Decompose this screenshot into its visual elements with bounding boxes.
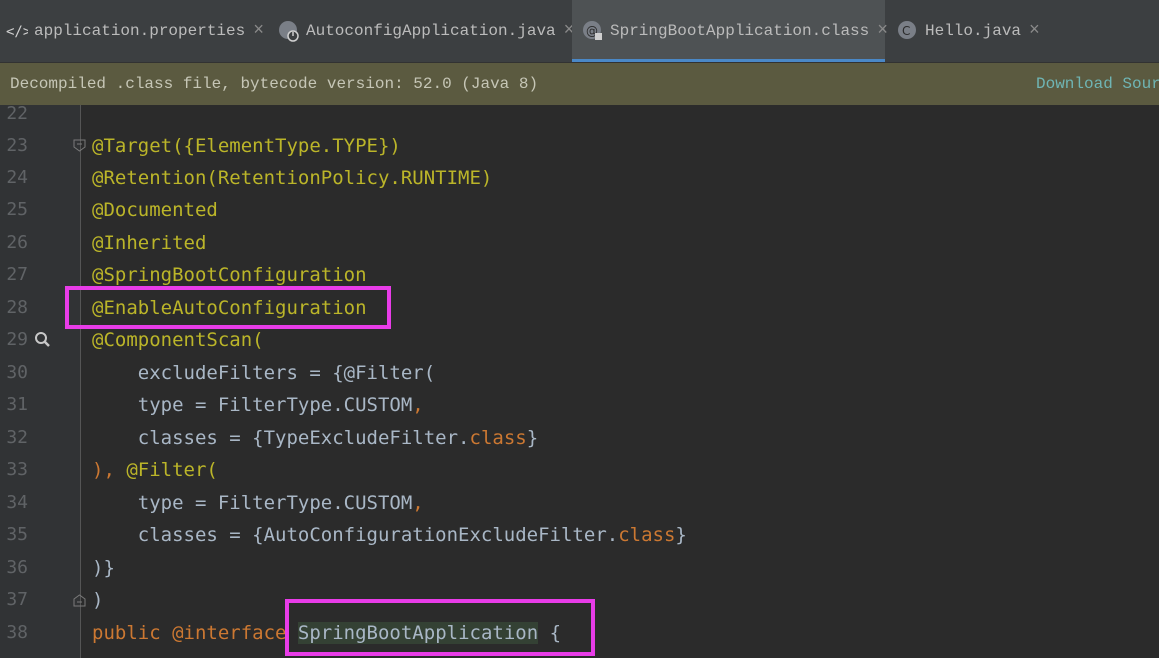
code-text: ), @Filter( (92, 454, 218, 486)
editor-tab-bar: </> application.properties × AutoconfigA… (0, 0, 1159, 63)
line-number: 28 (6, 297, 28, 318)
class-icon: C (897, 20, 919, 42)
code-text: @Retention(RetentionPolicy.RUNTIME) (92, 167, 493, 189)
tab-springboot-application-class[interactable]: @ SpringBootApplication.class × (572, 0, 888, 62)
line-number: 29 (6, 329, 28, 350)
code-text: ) (92, 589, 104, 611)
spring-boot-class-icon (278, 20, 300, 42)
code-token: } (675, 524, 687, 546)
code-line: 26 @Inherited (0, 227, 1159, 259)
line-number: 34 (6, 492, 28, 513)
tab-label: application.properties (34, 22, 246, 40)
code-text: classes = {TypeExcludeFilter.class} (92, 422, 538, 454)
properties-icon: </> (6, 20, 28, 42)
highlight-box-springboot-application (285, 599, 595, 656)
code-line: 36 )} (0, 552, 1159, 584)
line-number: 32 (6, 427, 28, 448)
line-number: 37 (6, 589, 28, 610)
annotation-class-icon: @ (582, 20, 604, 42)
code-line: 35 classes = {AutoConfigurationExcludeFi… (0, 519, 1159, 551)
line-number: 35 (6, 524, 28, 545)
fold-icon[interactable] (73, 594, 86, 607)
fold-icon[interactable] (73, 139, 86, 152)
tab-hello-java[interactable]: C Hello.java × (897, 0, 1057, 62)
line-number: 27 (6, 264, 28, 285)
svg-text:</>: </> (6, 24, 28, 40)
line-number: 36 (6, 557, 28, 578)
line-number: 22 (6, 103, 28, 124)
line-number: 30 (6, 362, 28, 383)
code-text: @Inherited (92, 232, 207, 254)
code-line: 30 excludeFilters = {@Filter( (0, 357, 1159, 389)
code-token: , (412, 394, 424, 416)
code-line: 34 type = FilterType.CUSTOM, (0, 487, 1159, 519)
tab-autoconfig-application[interactable]: AutoconfigApplication.java × (278, 0, 574, 62)
line-number: 31 (6, 394, 28, 415)
code-token: class (469, 427, 527, 449)
code-token: @interface (172, 622, 298, 644)
code-text: type = FilterType.CUSTOM, (92, 487, 424, 519)
code-token: , (412, 492, 424, 514)
svg-text:C: C (902, 24, 910, 38)
code-line: 23 @Target({ElementType.TYPE}) (0, 130, 1159, 162)
code-token: public (92, 622, 173, 644)
line-number: 26 (6, 232, 28, 253)
code-token: } (526, 427, 539, 449)
code-text: @Documented (92, 199, 218, 221)
code-text: @Target({ElementType.TYPE}) (92, 135, 401, 157)
code-editor[interactable]: 22 23 @Target({ElementType.TYPE}) 24 @Re… (0, 103, 1159, 658)
code-text: classes = {AutoConfigurationExcludeFilte… (92, 519, 687, 551)
banner-text: Decompiled .class file, bytecode version… (10, 75, 539, 93)
code-line: 33 ), @Filter( (0, 454, 1159, 486)
code-line: 22 (0, 98, 1159, 130)
code-token: ), (92, 459, 127, 481)
code-text: excludeFilters = {@Filter( (92, 362, 436, 384)
tab-application-properties[interactable]: </> application.properties × (6, 0, 268, 62)
code-text: )} (92, 557, 115, 579)
find-usages-icon[interactable] (34, 331, 52, 349)
tab-label: SpringBootApplication.class (610, 22, 870, 40)
tab-label: AutoconfigApplication.java (306, 22, 556, 40)
code-line: 24 @Retention(RetentionPolicy.RUNTIME) (0, 162, 1159, 194)
line-number: 38 (6, 622, 28, 643)
code-token: type = FilterType.CUSTOM (92, 492, 413, 514)
highlight-box-enable-auto-configuration (65, 286, 391, 329)
line-number: 23 (6, 135, 28, 156)
code-token: @Filter( (126, 459, 218, 481)
code-line: 32 classes = {TypeExcludeFilter.class} (0, 422, 1159, 454)
code-line: 25 @Documented (0, 194, 1159, 226)
tab-label: Hello.java (925, 22, 1022, 40)
code-text: type = FilterType.CUSTOM, (92, 389, 424, 421)
code-line: 31 type = FilterType.CUSTOM, (0, 389, 1159, 421)
line-number: 25 (6, 199, 28, 220)
close-icon[interactable]: × (253, 21, 264, 41)
code-token: classes = {TypeExcludeFilter. (92, 427, 470, 449)
close-icon[interactable]: × (877, 21, 888, 41)
code-token: class (618, 524, 676, 546)
download-sources-link[interactable]: Download Sourc (1036, 75, 1159, 93)
line-number: 24 (6, 167, 28, 188)
code-token: classes = {AutoConfigurationExcludeFilte… (92, 524, 619, 546)
code-token: type = FilterType.CUSTOM (92, 394, 413, 416)
line-number: 33 (6, 459, 28, 480)
close-icon[interactable]: × (1029, 21, 1040, 41)
